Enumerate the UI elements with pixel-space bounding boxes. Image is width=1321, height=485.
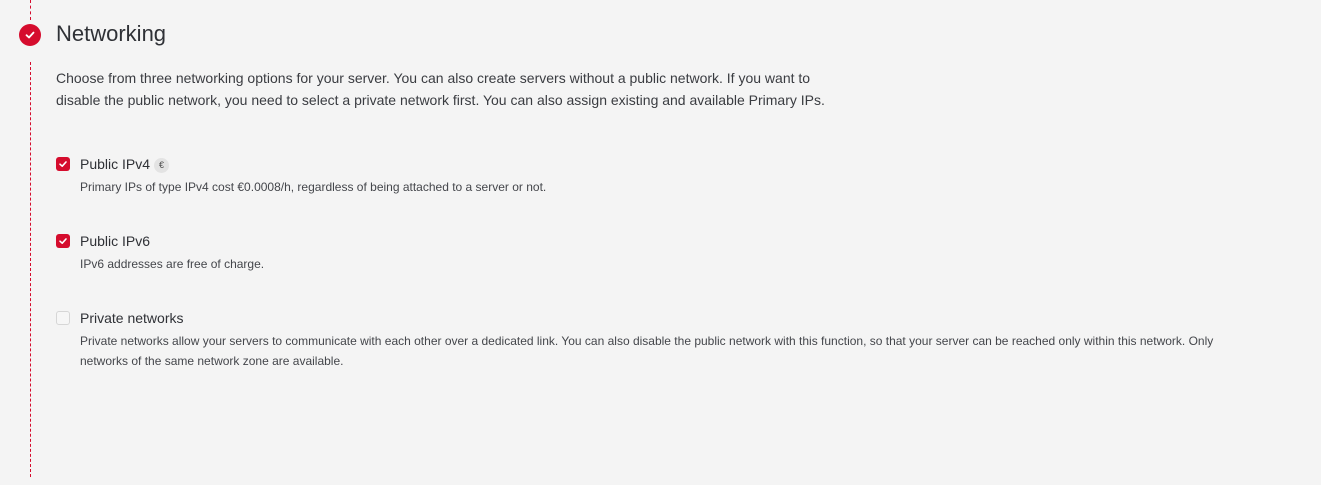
step-complete-icon — [19, 24, 41, 46]
step-timeline-top — [30, 0, 31, 20]
private-networks-label[interactable]: Private networks — [80, 309, 183, 327]
public-ipv6-checkbox[interactable] — [56, 234, 70, 248]
public-ipv6-label-text: Public IPv6 — [80, 233, 151, 249]
private-networks-description: Private networks allow your servers to c… — [80, 334, 1214, 368]
public-ipv4-description: Primary IPs of type IPv4 cost €0.0008/h,… — [80, 180, 547, 194]
section-title: Networking — [56, 21, 167, 46]
step-timeline-bottom — [30, 62, 31, 477]
public-ipv4-checkbox[interactable] — [56, 157, 70, 171]
public-ipv6-description: IPv6 addresses are free of charge. — [80, 257, 265, 271]
check-icon — [59, 238, 67, 244]
networking-section: Networking Choose from three networking … — [0, 0, 1321, 485]
check-icon — [59, 161, 67, 167]
section-intro: Choose from three networking options for… — [56, 70, 825, 108]
public-ipv6-label[interactable]: Public IPv6 — [80, 232, 150, 250]
check-icon — [25, 31, 35, 39]
public-ipv4-label-text: Public IPv4 — [80, 156, 151, 172]
euro-cost-icon: € — [154, 158, 170, 173]
public-ipv4-label[interactable]: Public IPv4 € — [80, 155, 170, 173]
private-networks-checkbox[interactable] — [56, 311, 70, 325]
private-networks-label-text: Private networks — [80, 310, 184, 326]
